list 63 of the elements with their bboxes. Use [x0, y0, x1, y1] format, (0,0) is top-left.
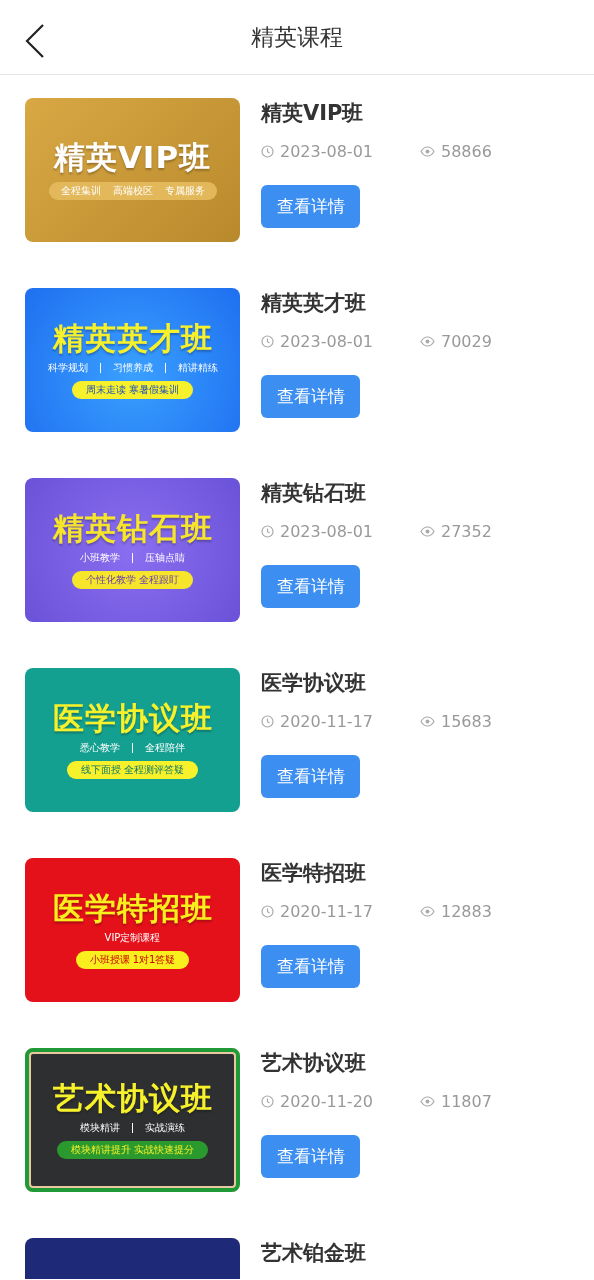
- course-title: 医学协议班: [261, 671, 367, 697]
- banner-tagline: 周末走读 寒暑假集训: [71, 381, 194, 400]
- eye-icon: [420, 715, 435, 727]
- clock-icon: [261, 144, 274, 158]
- banner-title: 医学特招班: [52, 890, 213, 926]
- eye-icon: [420, 905, 435, 917]
- banner-feature: 精讲精练: [177, 362, 218, 375]
- clock-icon: [261, 1094, 274, 1108]
- banner-feature: 高端校区: [112, 184, 153, 197]
- course-date: 2023-08-01: [280, 521, 373, 541]
- eye-icon: [420, 1095, 435, 1107]
- course-title: 艺术铂金班: [261, 1241, 366, 1267]
- details-button[interactable]: 查看详情: [261, 1135, 360, 1179]
- details-button[interactable]: 查看详情: [261, 755, 360, 799]
- eye-icon: [420, 145, 435, 157]
- course-title: 艺术协议班: [261, 1051, 367, 1077]
- course-date: 2020-11-17: [280, 901, 373, 921]
- page-title: 精英课程: [251, 22, 343, 52]
- course-date: 2023-08-01: [280, 331, 373, 351]
- banner-title: 医学协议班: [52, 700, 213, 736]
- banner-tagline: 模块精讲提升 实战快速提分: [56, 1141, 209, 1160]
- view-count: 27352: [441, 521, 492, 541]
- banner-feature: 全程集训: [60, 184, 101, 197]
- banner-feature: 习惯养成: [112, 362, 153, 375]
- banner-feature: 模块精讲: [80, 1122, 120, 1135]
- banner-tagline: 线下面授 全程测评答疑: [66, 761, 199, 780]
- clock-icon: [261, 714, 274, 728]
- course-date: 2023-08-01: [280, 141, 373, 161]
- banner-tagline: 个性化教学 全程跟盯: [71, 571, 194, 590]
- clock-icon: [261, 334, 274, 348]
- view-count: 70029: [441, 331, 492, 351]
- view-count: 58866: [441, 141, 492, 161]
- banner-tagline: 小班授课 1对1答疑: [75, 951, 190, 970]
- clock-icon: [261, 524, 274, 538]
- banner-feature: VIP定制课程: [104, 932, 161, 945]
- course-date: 2020-11-17: [280, 711, 373, 731]
- clock-icon: [261, 904, 274, 918]
- details-button[interactable]: 查看详情: [261, 945, 360, 989]
- banner-feature: 科学规划: [47, 362, 88, 375]
- banner-feature: 压轴点睛: [145, 552, 185, 565]
- view-count: 12883: [441, 901, 492, 921]
- banner-feature: 实战演练: [145, 1122, 185, 1135]
- banner-title: 精英英才班: [52, 320, 213, 356]
- view-count: 11807: [441, 1091, 492, 1111]
- details-button[interactable]: 查看详情: [261, 565, 360, 609]
- eye-icon: [420, 525, 435, 537]
- details-button[interactable]: 查看详情: [261, 185, 360, 229]
- banner-title: 精英钻石班: [52, 510, 213, 546]
- banner-title: 艺术协议班: [52, 1080, 213, 1116]
- banner-feature: 专属服务: [164, 184, 205, 197]
- course-title: 精英英才班: [261, 291, 367, 317]
- back-icon[interactable]: [25, 24, 45, 58]
- banner-feature: 小班教学: [80, 552, 120, 565]
- course-title: 精英VIP班: [261, 101, 365, 127]
- banner-feature: 全程陪伴: [145, 742, 185, 755]
- course-title: 医学特招班: [261, 861, 367, 887]
- details-button[interactable]: 查看详情: [261, 375, 360, 419]
- eye-icon: [420, 335, 435, 347]
- course-date: 2020-11-20: [280, 1091, 373, 1111]
- banner-title: 精英VIP班: [53, 140, 212, 175]
- banner-feature: 悉心教学: [80, 742, 120, 755]
- course-title: 精英钻石班: [261, 481, 367, 507]
- view-count: 15683: [441, 711, 492, 731]
